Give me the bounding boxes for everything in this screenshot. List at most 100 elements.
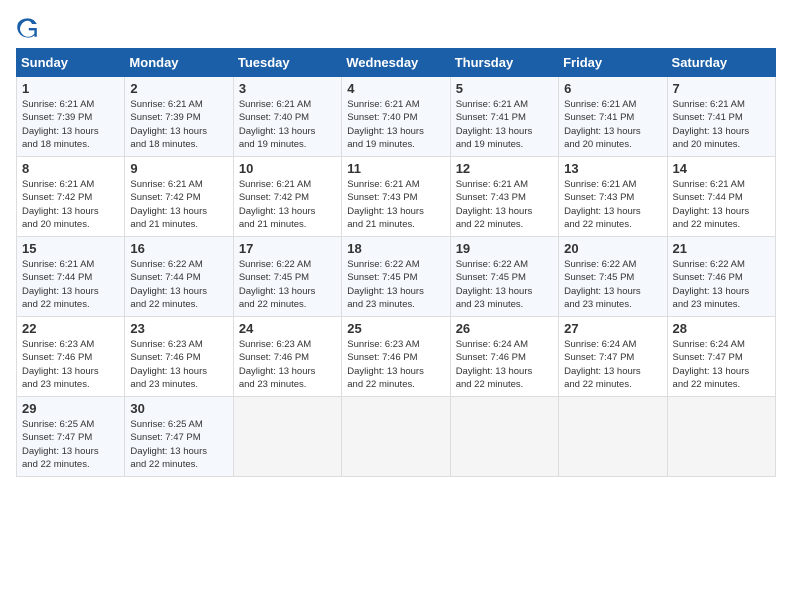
calendar-cell: 25 Sunrise: 6:23 AM Sunset: 7:46 PM Dayli…: [342, 317, 450, 397]
calendar-cell: 23 Sunrise: 6:23 AM Sunset: 7:46 PM Dayli…: [125, 317, 233, 397]
calendar-cell: 13Sunrise: 6:21 AM Sunset: 7:43 PM Dayli…: [559, 157, 667, 237]
calendar-week-4: 22 Sunrise: 6:23 AM Sunset: 7:46 PM Dayli…: [17, 317, 776, 397]
column-header-monday: Monday: [125, 49, 233, 77]
day-info: Sunrise: 6:21 AM Sunset: 7:41 PM Dayligh…: [456, 98, 553, 151]
day-number: 11: [347, 161, 444, 176]
calendar-cell: [450, 397, 558, 477]
day-info: Sunrise: 6:21 AM Sunset: 7:42 PM Dayligh…: [130, 178, 227, 231]
day-info: Sunrise: 6:21 AM Sunset: 7:40 PM Dayligh…: [347, 98, 444, 151]
day-number: 28: [673, 321, 770, 336]
column-header-thursday: Thursday: [450, 49, 558, 77]
day-info: Sunrise: 6:21 AM Sunset: 7:44 PM Dayligh…: [22, 258, 119, 311]
calendar-cell: 6Sunrise: 6:21 AM Sunset: 7:41 PM Daylig…: [559, 77, 667, 157]
day-number: 19: [456, 241, 553, 256]
calendar-cell: 4 Sunrise: 6:21 AM Sunset: 7:40 PM Daylig…: [342, 77, 450, 157]
calendar-table: SundayMondayTuesdayWednesdayThursdayFrid…: [16, 48, 776, 477]
day-number: 27: [564, 321, 661, 336]
day-number: 26: [456, 321, 553, 336]
logo-icon: [16, 16, 40, 40]
day-number: 2: [130, 81, 227, 96]
calendar-cell: 15 Sunrise: 6:21 AM Sunset: 7:44 PM Dayli…: [17, 237, 125, 317]
day-number: 17: [239, 241, 336, 256]
calendar-cell: [233, 397, 341, 477]
day-info: Sunrise: 6:22 AM Sunset: 7:45 PM Dayligh…: [564, 258, 661, 311]
day-number: 9: [130, 161, 227, 176]
day-info: Sunrise: 6:25 AM Sunset: 7:47 PM Dayligh…: [22, 418, 119, 471]
day-number: 7: [673, 81, 770, 96]
calendar-cell: 19 Sunrise: 6:22 AM Sunset: 7:45 PM Dayli…: [450, 237, 558, 317]
day-info: Sunrise: 6:21 AM Sunset: 7:40 PM Dayligh…: [239, 98, 336, 151]
day-info: Sunrise: 6:21 AM Sunset: 7:42 PM Dayligh…: [22, 178, 119, 231]
day-info: Sunrise: 6:22 AM Sunset: 7:46 PM Dayligh…: [673, 258, 770, 311]
calendar-cell: 10 Sunrise: 6:21 AM Sunset: 7:42 PM Dayli…: [233, 157, 341, 237]
column-header-friday: Friday: [559, 49, 667, 77]
calendar-cell: 30 Sunrise: 6:25 AM Sunset: 7:47 PM Dayli…: [125, 397, 233, 477]
day-info: Sunrise: 6:21 AM Sunset: 7:44 PM Dayligh…: [673, 178, 770, 231]
header: [16, 16, 776, 40]
day-number: 23: [130, 321, 227, 336]
calendar-cell: 5 Sunrise: 6:21 AM Sunset: 7:41 PM Daylig…: [450, 77, 558, 157]
calendar-header-row: SundayMondayTuesdayWednesdayThursdayFrid…: [17, 49, 776, 77]
calendar-cell: 2 Sunrise: 6:21 AM Sunset: 7:39 PM Daylig…: [125, 77, 233, 157]
calendar-cell: 17 Sunrise: 6:22 AM Sunset: 7:45 PM Dayli…: [233, 237, 341, 317]
day-number: 21: [673, 241, 770, 256]
calendar-cell: 14 Sunrise: 6:21 AM Sunset: 7:44 PM Dayli…: [667, 157, 775, 237]
column-header-tuesday: Tuesday: [233, 49, 341, 77]
day-number: 22: [22, 321, 119, 336]
day-number: 6: [564, 81, 661, 96]
day-info: Sunrise: 6:23 AM Sunset: 7:46 PM Dayligh…: [130, 338, 227, 391]
calendar-week-2: 8Sunrise: 6:21 AM Sunset: 7:42 PM Daylig…: [17, 157, 776, 237]
calendar-cell: [559, 397, 667, 477]
day-info: Sunrise: 6:21 AM Sunset: 7:43 PM Dayligh…: [564, 178, 661, 231]
calendar-cell: 9 Sunrise: 6:21 AM Sunset: 7:42 PM Daylig…: [125, 157, 233, 237]
calendar-week-3: 15 Sunrise: 6:21 AM Sunset: 7:44 PM Dayli…: [17, 237, 776, 317]
day-number: 10: [239, 161, 336, 176]
column-header-saturday: Saturday: [667, 49, 775, 77]
day-info: Sunrise: 6:21 AM Sunset: 7:43 PM Dayligh…: [347, 178, 444, 231]
column-header-sunday: Sunday: [17, 49, 125, 77]
calendar-week-1: 1 Sunrise: 6:21 AM Sunset: 7:39 PM Daylig…: [17, 77, 776, 157]
day-info: Sunrise: 6:22 AM Sunset: 7:45 PM Dayligh…: [239, 258, 336, 311]
day-number: 14: [673, 161, 770, 176]
day-number: 25: [347, 321, 444, 336]
logo: [16, 16, 44, 40]
calendar-cell: 12Sunrise: 6:21 AM Sunset: 7:43 PM Dayli…: [450, 157, 558, 237]
day-info: Sunrise: 6:21 AM Sunset: 7:43 PM Dayligh…: [456, 178, 553, 231]
calendar-cell: 24 Sunrise: 6:23 AM Sunset: 7:46 PM Dayli…: [233, 317, 341, 397]
day-number: 16: [130, 241, 227, 256]
day-info: Sunrise: 6:21 AM Sunset: 7:41 PM Dayligh…: [673, 98, 770, 151]
calendar-cell: 1 Sunrise: 6:21 AM Sunset: 7:39 PM Daylig…: [17, 77, 125, 157]
calendar-cell: 22 Sunrise: 6:23 AM Sunset: 7:46 PM Dayli…: [17, 317, 125, 397]
day-info: Sunrise: 6:22 AM Sunset: 7:44 PM Dayligh…: [130, 258, 227, 311]
calendar-cell: 3 Sunrise: 6:21 AM Sunset: 7:40 PM Daylig…: [233, 77, 341, 157]
calendar-cell: 11 Sunrise: 6:21 AM Sunset: 7:43 PM Dayli…: [342, 157, 450, 237]
calendar-cell: 20 Sunrise: 6:22 AM Sunset: 7:45 PM Dayli…: [559, 237, 667, 317]
day-info: Sunrise: 6:21 AM Sunset: 7:42 PM Dayligh…: [239, 178, 336, 231]
day-number: 20: [564, 241, 661, 256]
calendar-cell: 27 Sunrise: 6:24 AM Sunset: 7:47 PM Dayli…: [559, 317, 667, 397]
day-info: Sunrise: 6:24 AM Sunset: 7:47 PM Dayligh…: [673, 338, 770, 391]
day-info: Sunrise: 6:24 AM Sunset: 7:47 PM Dayligh…: [564, 338, 661, 391]
day-number: 24: [239, 321, 336, 336]
day-info: Sunrise: 6:23 AM Sunset: 7:46 PM Dayligh…: [22, 338, 119, 391]
day-info: Sunrise: 6:21 AM Sunset: 7:39 PM Dayligh…: [22, 98, 119, 151]
calendar-cell: 21 Sunrise: 6:22 AM Sunset: 7:46 PM Dayli…: [667, 237, 775, 317]
day-info: Sunrise: 6:22 AM Sunset: 7:45 PM Dayligh…: [456, 258, 553, 311]
day-number: 15: [22, 241, 119, 256]
day-number: 3: [239, 81, 336, 96]
calendar-cell: 18Sunrise: 6:22 AM Sunset: 7:45 PM Dayli…: [342, 237, 450, 317]
calendar-cell: [667, 397, 775, 477]
calendar-cell: 8Sunrise: 6:21 AM Sunset: 7:42 PM Daylig…: [17, 157, 125, 237]
day-info: Sunrise: 6:23 AM Sunset: 7:46 PM Dayligh…: [347, 338, 444, 391]
calendar-cell: 29Sunrise: 6:25 AM Sunset: 7:47 PM Dayli…: [17, 397, 125, 477]
day-info: Sunrise: 6:25 AM Sunset: 7:47 PM Dayligh…: [130, 418, 227, 471]
calendar-cell: 16 Sunrise: 6:22 AM Sunset: 7:44 PM Dayli…: [125, 237, 233, 317]
day-info: Sunrise: 6:23 AM Sunset: 7:46 PM Dayligh…: [239, 338, 336, 391]
day-number: 4: [347, 81, 444, 96]
day-number: 30: [130, 401, 227, 416]
calendar-week-5: 29Sunrise: 6:25 AM Sunset: 7:47 PM Dayli…: [17, 397, 776, 477]
day-number: 1: [22, 81, 119, 96]
day-number: 5: [456, 81, 553, 96]
day-info: Sunrise: 6:21 AM Sunset: 7:39 PM Dayligh…: [130, 98, 227, 151]
calendar-cell: 26Sunrise: 6:24 AM Sunset: 7:46 PM Dayli…: [450, 317, 558, 397]
